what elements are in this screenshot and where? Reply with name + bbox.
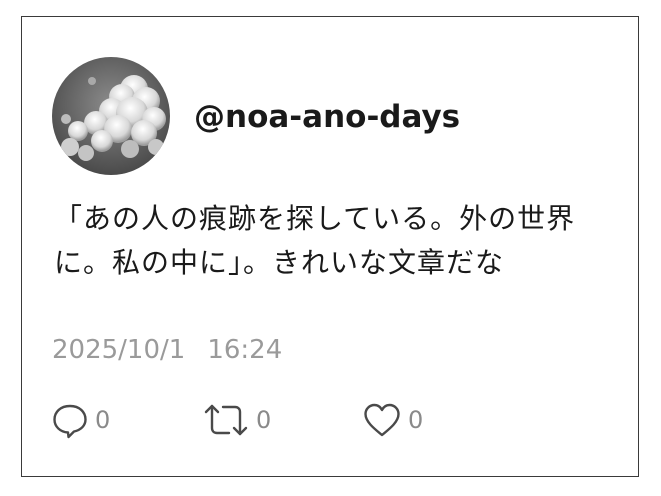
heart-icon xyxy=(362,401,402,439)
reply-button[interactable]: 0 xyxy=(51,400,110,440)
retweet-button[interactable]: 0 xyxy=(202,400,271,440)
like-count: 0 xyxy=(408,406,424,434)
like-button[interactable]: 0 xyxy=(362,400,423,440)
timestamp: 2025/10/1 16:24 xyxy=(52,335,282,365)
post-time: 16:24 xyxy=(207,335,283,365)
avatar[interactable] xyxy=(52,57,170,175)
post-text: 「あの人の痕跡を探している。外の世界に。私の中に」。きれいな文章だな xyxy=(54,202,576,279)
reply-count: 0 xyxy=(95,406,111,434)
post-card: @noa-ano-days 「あの人の痕跡を探している。外の世界に。私の中に」。… xyxy=(21,16,639,477)
retweet-count: 0 xyxy=(256,406,272,434)
cloud-avatar-image xyxy=(52,57,170,175)
post-date: 2025/10/1 xyxy=(52,335,186,365)
username[interactable]: @noa-ano-days xyxy=(194,99,460,135)
retweet-icon xyxy=(202,401,250,439)
speech-bubble-icon xyxy=(51,401,89,439)
